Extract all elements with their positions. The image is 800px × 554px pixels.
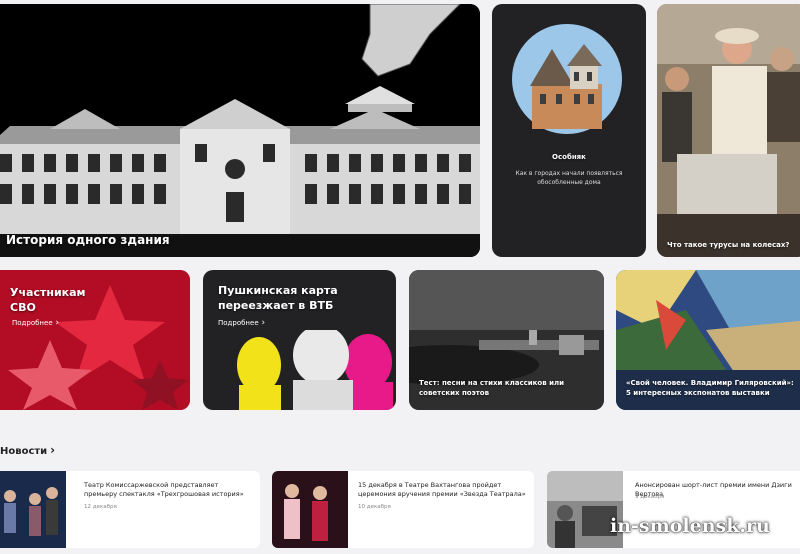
tile-title: «Свой человек. Владимир Гиляровский»: 5 … bbox=[626, 379, 794, 397]
news-date: 9 декабря bbox=[635, 494, 665, 500]
tile-title: Тест: песни на стихи классиков или совет… bbox=[419, 379, 565, 397]
tile-svo[interactable]: Участникам СВО Подробнее bbox=[0, 270, 190, 410]
tile-pushkin-card[interactable]: Пушкинская карта переезжает в ВТБ Подроб… bbox=[203, 270, 396, 410]
news-title: Театр Комиссаржевской представляет премь… bbox=[84, 481, 244, 498]
building-illustration bbox=[0, 4, 480, 257]
news-item[interactable]: 15 декабря в Театре Вахтангова пройдет ц… bbox=[272, 471, 534, 548]
tile-building-history[interactable]: История одного здания bbox=[0, 4, 480, 257]
more-link[interactable]: Подробнее bbox=[12, 318, 59, 328]
news-date: 12 декабря bbox=[84, 504, 117, 510]
pushkin-busts bbox=[237, 330, 393, 410]
tile-title: Пушкинская карта переезжает в ВТБ bbox=[218, 284, 338, 312]
tile-mansion[interactable]: Особняк Как в городах начали появляться … bbox=[492, 4, 646, 257]
tile-title: История одного здания bbox=[6, 233, 170, 247]
news-thumbnail bbox=[272, 471, 348, 548]
chevron-right-icon: › bbox=[50, 443, 56, 457]
tile-songs-test[interactable]: Тест: песни на стихи классиков или совет… bbox=[409, 270, 604, 410]
news-title: 15 декабря в Театре Вахтангова пройдет ц… bbox=[358, 481, 526, 498]
tile-title: Что такое турусы на колесах? bbox=[667, 241, 790, 249]
tile-turusy[interactable]: Что такое турусы на колесах? bbox=[657, 4, 800, 257]
theatre-photo bbox=[657, 4, 800, 257]
tile-title: Участникам СВО bbox=[10, 286, 86, 314]
news-heading[interactable]: Новости › bbox=[0, 443, 55, 457]
news-item[interactable]: Театр Комиссаржевской представляет премь… bbox=[0, 471, 260, 548]
mansion-photo bbox=[512, 24, 622, 134]
watermark: in-smolensk.ru bbox=[610, 515, 770, 537]
tile-gilyarovsky-exhibit[interactable]: «Свой человек. Владимир Гиляровский»: 5 … bbox=[616, 270, 800, 410]
more-link[interactable]: Подробнее bbox=[218, 318, 265, 328]
news-date: 10 декабря bbox=[358, 504, 391, 510]
tile-subtitle: Как в городах начали появляться обособле… bbox=[515, 170, 623, 186]
tile-title: Особняк bbox=[552, 153, 586, 161]
news-thumbnail bbox=[0, 471, 66, 548]
